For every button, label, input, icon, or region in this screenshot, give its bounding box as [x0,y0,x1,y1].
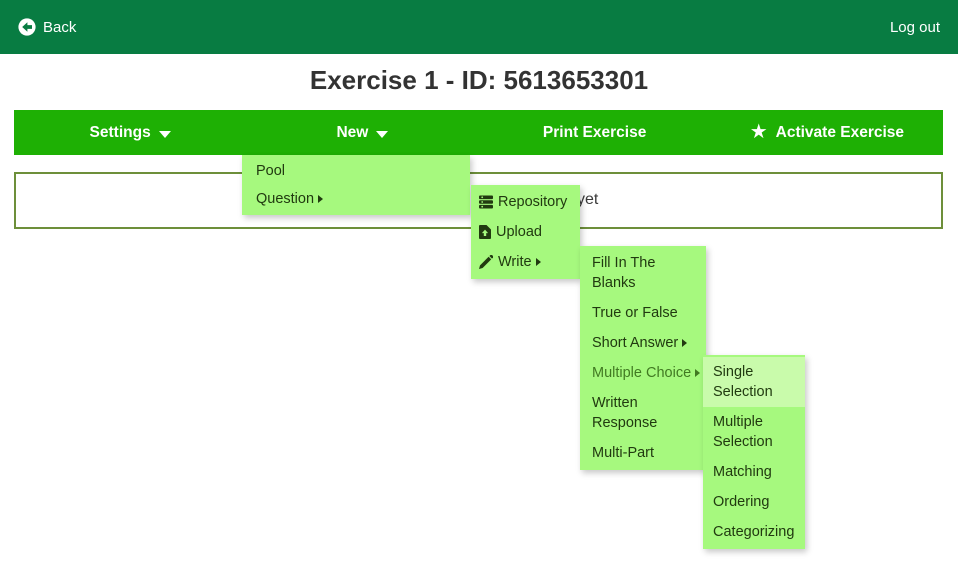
menu-item-categorizing[interactable]: Categorizing [703,517,805,547]
menu-item-label: Question [256,189,314,209]
menu-item-short-answer[interactable]: Short Answer [580,328,706,358]
menu-item-pool[interactable]: Pool [242,157,470,185]
settings-label: Settings [90,124,151,142]
menu-item-label: Write [498,252,532,272]
menu-item-label: Matching [713,462,772,482]
caret-right-icon [318,195,323,203]
caret-right-icon [695,369,700,377]
caret-down-icon [376,131,388,138]
menu-item-label: Multiple Choice [592,363,691,383]
file-upload-icon [479,225,491,239]
new-label: New [336,124,368,142]
menu-item-label: Multi-Part [592,443,654,463]
menu-item-write[interactable]: Write [471,247,580,277]
menu-item-label: Fill In The Blanks [592,255,655,291]
menu-item-repository[interactable]: Repository [471,187,580,217]
menubar: Settings New Print Exercise ★ Activate E… [14,110,943,155]
star-icon: ★ [750,122,768,142]
menubar-item-new[interactable]: New [246,110,478,155]
menu-item-label: Ordering [713,492,769,512]
dropdown-menu-new: Pool Question [242,155,470,215]
menu-item-upload[interactable]: Upload [471,217,580,247]
menubar-item-settings[interactable]: Settings [14,110,246,155]
menu-item-multi-part[interactable]: Multi-Part [580,438,706,468]
menu-item-label: Upload [496,222,542,242]
caret-down-icon [159,131,171,138]
menu-item-label: Categorizing [713,522,794,542]
content-box-text-fragment: yet [577,191,598,209]
menubar-item-print-exercise[interactable]: Print Exercise [479,110,711,155]
caret-right-icon [682,339,687,347]
arrow-circle-left-icon [18,18,36,36]
page-title: Exercise 1 - ID: 5613653301 [0,65,958,96]
menu-item-label: Short Answer [592,333,678,353]
menu-item-question[interactable]: Question [242,185,470,213]
menu-item-true-or-false[interactable]: True or False [580,298,706,328]
menu-item-single-selection[interactable]: Single Selection [703,357,805,407]
menu-item-written-response[interactable]: Written Response [580,388,706,438]
menu-item-label: Single Selection [713,364,773,400]
activate-exercise-label: Activate Exercise [776,124,904,142]
menu-item-label: True or False [592,303,678,323]
menu-item-label: Repository [498,192,567,212]
top-bar: Back Log out [0,0,958,54]
menu-item-label: Multiple Selection [713,414,773,450]
pencil-icon [479,255,493,269]
print-exercise-label: Print Exercise [543,124,646,142]
dropdown-menu-question: Repository Upload Write [471,185,580,279]
menu-item-fill-in-the-blanks[interactable]: Fill In The Blanks [580,248,706,298]
back-label: Back [43,19,76,36]
menu-item-matching[interactable]: Matching [703,457,805,487]
menu-item-multiple-selection[interactable]: Multiple Selection [703,407,805,457]
menubar-item-activate-exercise[interactable]: ★ Activate Exercise [711,110,943,155]
page: Back Log out Exercise 1 - ID: 5613653301… [0,0,958,582]
logout-button[interactable]: Log out [890,19,940,36]
menu-item-label: Written Response [592,395,657,431]
server-stack-icon [479,195,493,209]
dropdown-menu-multiple-choice: Single Selection Multiple Selection Matc… [703,355,805,549]
caret-right-icon [536,258,541,266]
back-button[interactable]: Back [18,18,76,36]
menu-item-label: Pool [256,161,285,181]
menu-item-multiple-choice[interactable]: Multiple Choice [580,358,706,388]
dropdown-menu-write: Fill In The Blanks True or False Short A… [580,246,706,470]
menu-item-ordering[interactable]: Ordering [703,487,805,517]
